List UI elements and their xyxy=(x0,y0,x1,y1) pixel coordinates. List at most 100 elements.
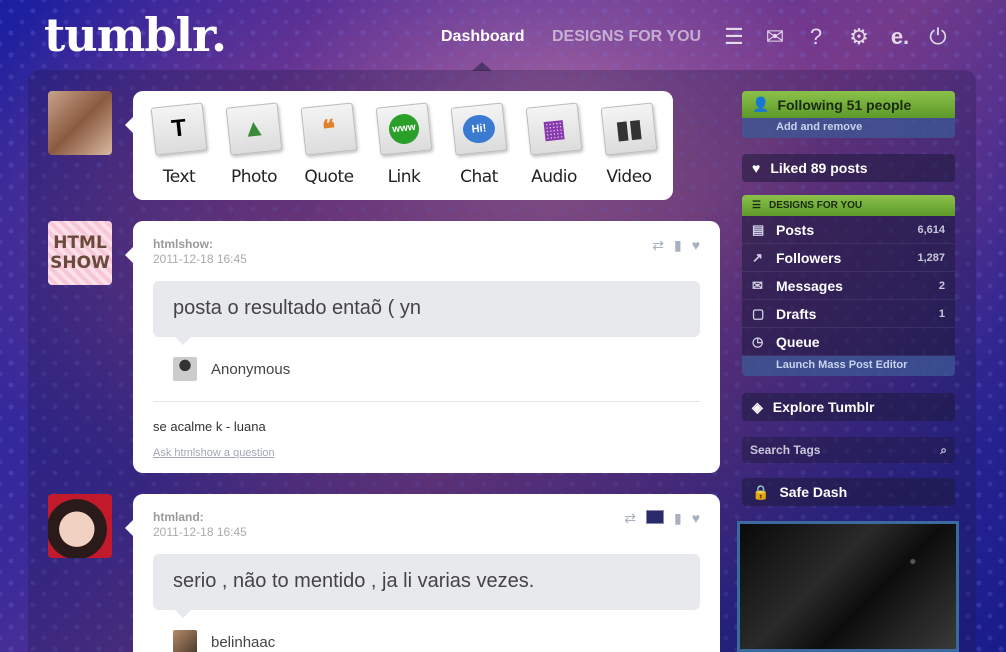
search-tags-input[interactable]: Search Tags ⌕ xyxy=(742,437,955,463)
following-label: Following 51 people xyxy=(777,96,912,113)
help-icon[interactable]: ? xyxy=(803,24,829,50)
tumblr-logo[interactable]: tumblr. xyxy=(44,8,227,62)
post-htmlshow: htmlshow: 2011-12-18 16:45 ⇄ ▮ ♥ posta o… xyxy=(125,221,720,473)
post-username[interactable]: htmlshow: xyxy=(153,237,213,251)
quote-icon: ❝ xyxy=(321,114,337,144)
stat-drafts[interactable]: ▢ Drafts 1 xyxy=(742,300,955,328)
reblog-icon[interactable]: ⇄ xyxy=(624,510,636,527)
stat-label: Messages xyxy=(776,277,843,294)
search-tags-placeholder: Search Tags xyxy=(750,443,821,457)
mail-icon: ✉ xyxy=(752,277,763,293)
ask-question-link[interactable]: Ask htmlshow a question xyxy=(153,447,275,459)
mail-icon[interactable]: ✉ xyxy=(762,24,788,50)
htmlshow-avatar[interactable]: HTML SHOW xyxy=(48,221,112,285)
post-type-video[interactable]: ▮▮ Video xyxy=(592,101,666,191)
blog-stats-widget: ☰ DESIGNS FOR YOU ▤ Posts 6,614 ↗ Followers… xyxy=(742,195,955,376)
heart-icon: ♥ xyxy=(752,160,761,176)
post-divider xyxy=(153,401,700,402)
post-type-text[interactable]: T Text xyxy=(142,101,216,191)
answer-text: se acalme k - luana xyxy=(153,419,266,434)
anonymous-avatar xyxy=(173,357,197,381)
designs-header[interactable]: ☰ DESIGNS FOR YOU xyxy=(742,195,955,216)
link-icon: www xyxy=(387,112,421,146)
text-icon: T xyxy=(170,114,188,143)
asker-info: belinhaac xyxy=(173,630,275,652)
list-icon: ☰ xyxy=(752,200,761,211)
safe-dash-label: Safe Dash xyxy=(779,484,848,500)
add-remove-link[interactable]: Add and remove xyxy=(742,118,955,138)
explore-label: Explore Tumblr xyxy=(772,399,875,415)
reblog-icon[interactable]: ⇄ xyxy=(652,237,664,254)
stat-count: 2 xyxy=(938,279,945,292)
top-header: tumblr. Dashboard DESIGNS FOR YOU ☰ ✉ ? … xyxy=(0,0,1006,71)
stats-list: ▤ Posts 6,614 ↗ Followers 1,287 ✉ Messages 2 ▢… xyxy=(742,216,955,356)
liked-posts-button[interactable]: ♥ Liked 89 posts xyxy=(742,154,955,182)
doc-icon: ▤ xyxy=(752,221,765,237)
safe-dash-toggle[interactable]: 🔒 Safe Dash xyxy=(742,478,955,506)
post-actions: ⇄ ▮ ♥ xyxy=(652,237,700,254)
post-htmland: htmland: 2011-12-18 16:45 ⇄ ▮ ♥ serio , … xyxy=(125,494,720,652)
stat-label: Drafts xyxy=(776,305,817,322)
following-button[interactable]: 👤 Following 51 people xyxy=(742,91,955,118)
post-type-photo[interactable]: ▲ Photo xyxy=(217,101,291,191)
stat-followers[interactable]: ↗ Followers 1,287 xyxy=(742,244,955,272)
stat-count: 1 xyxy=(938,307,945,320)
question-bubble: posta o resultado entaõ ( yn xyxy=(153,281,700,345)
nav-dashboard[interactable]: Dashboard xyxy=(441,28,525,46)
bookmark-icon[interactable]: ▮ xyxy=(674,510,682,527)
nav-designs-for-you[interactable]: DESIGNS FOR YOU xyxy=(552,28,701,46)
post-type-audio[interactable]: ▦ Audio xyxy=(517,101,591,191)
my-avatar[interactable] xyxy=(48,91,112,155)
post-type-composer: T Text ▲ Photo ❝ Quote www Link Hi! Chat ▦ Aud… xyxy=(125,91,673,200)
thumbnail-icon[interactable] xyxy=(645,510,664,524)
designs-header-label: DESIGNS FOR YOU xyxy=(768,200,863,211)
stat-posts[interactable]: ▤ Posts 6,614 xyxy=(742,216,955,244)
heart-icon[interactable]: ♥ xyxy=(692,237,700,254)
post-timestamp: 2011-12-18 16:45 xyxy=(153,252,247,266)
post-type-label: Text xyxy=(162,167,196,187)
post-type-label: Quote xyxy=(304,167,354,187)
stat-queue[interactable]: ◷ Queue xyxy=(742,328,955,356)
stat-messages[interactable]: ✉ Messages 2 xyxy=(742,272,955,300)
stat-label: Queue xyxy=(776,333,820,350)
explore-tumblr-button[interactable]: ◈ Explore Tumblr xyxy=(742,393,955,421)
radar-image[interactable] xyxy=(737,521,959,652)
post-username[interactable]: htmland: xyxy=(153,510,204,524)
power-icon[interactable]: ⏻ xyxy=(925,24,951,50)
chart-icon: ↗ xyxy=(752,249,763,265)
stat-label: Posts xyxy=(776,221,815,238)
heart-icon[interactable]: ♥ xyxy=(692,510,700,527)
liked-label: Liked 89 posts xyxy=(770,160,868,176)
tag-icon: ◈ xyxy=(752,398,763,415)
clock-icon: ◷ xyxy=(752,333,764,349)
htmland-avatar[interactable] xyxy=(48,494,112,558)
question-bubble: serio , não to mentido , ja li varias ve… xyxy=(153,554,700,618)
post-timestamp: 2011-12-18 16:45 xyxy=(153,525,247,539)
video-icon: ▮▮ xyxy=(614,114,644,144)
lock-icon: 🔒 xyxy=(752,483,770,500)
post-type-label: Photo xyxy=(231,167,278,187)
post-type-label: Audio xyxy=(531,167,577,187)
draft-icon: ▢ xyxy=(752,305,765,321)
asker-avatar xyxy=(173,630,197,652)
mass-post-editor-link[interactable]: Launch Mass Post Editor xyxy=(742,356,955,376)
list-icon[interactable]: ☰ xyxy=(721,24,747,50)
audio-icon: ▦ xyxy=(541,114,567,144)
post-type-label: Link xyxy=(387,167,421,187)
post-type-label: Video xyxy=(606,167,652,187)
chat-icon: Hi! xyxy=(461,113,497,145)
post-actions: ⇄ ▮ ♥ xyxy=(624,510,700,527)
asker-info: Anonymous xyxy=(173,357,290,381)
gear-icon[interactable]: ⚙ xyxy=(846,24,872,50)
bookmark-icon[interactable]: ▮ xyxy=(674,237,682,254)
stat-label: Followers xyxy=(776,249,842,266)
search-icon: ⌕ xyxy=(940,443,947,457)
e-icon[interactable]: e. xyxy=(887,24,913,50)
post-type-link[interactable]: www Link xyxy=(367,101,441,191)
post-type-label: Chat xyxy=(460,167,498,187)
post-type-quote[interactable]: ❝ Quote xyxy=(292,101,366,191)
post-type-chat[interactable]: Hi! Chat xyxy=(442,101,516,191)
photo-icon: ▲ xyxy=(240,113,268,144)
following-widget: 👤 Following 51 people Add and remove xyxy=(742,91,955,138)
asker-name: belinhaac xyxy=(211,633,276,651)
